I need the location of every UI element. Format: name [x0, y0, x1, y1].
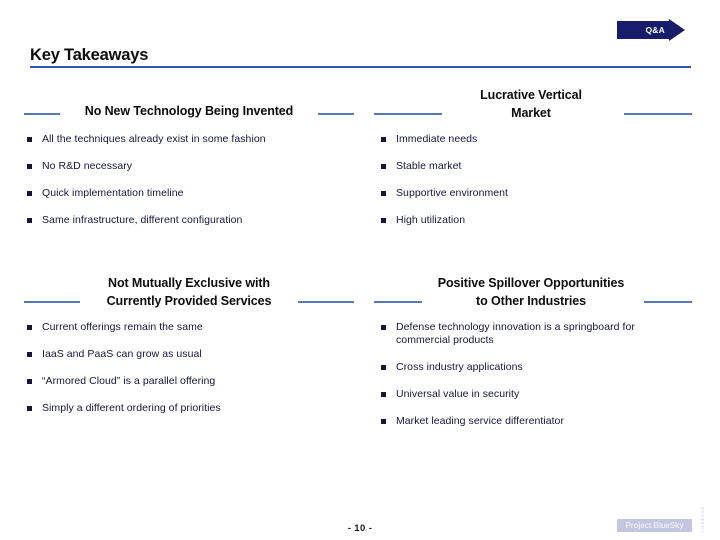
- list-item-label: No R&D necessary: [42, 160, 133, 172]
- list-item: Simply a different ordering of prioritie…: [24, 402, 324, 415]
- bullet-square-icon: [27, 218, 32, 223]
- bullet-square-icon: [27, 191, 32, 196]
- brand-logo-label: Project BlueSky: [625, 521, 684, 530]
- section-not-mutually-exclusive: Not Mutually Exclusive with Currently Pr…: [24, 274, 354, 429]
- list-item-label: Defense technology innovation is a sprin…: [396, 321, 635, 346]
- list-item-label: Supportive environment: [396, 187, 508, 199]
- section-heading: Positive Spillover Opportunities to Othe…: [366, 274, 696, 309]
- heading-rule-right: [644, 301, 692, 303]
- list-item: Stable market: [378, 160, 668, 173]
- side-watermark: Confidential: [700, 506, 705, 533]
- list-item-label: Market leading service differentiator: [396, 415, 564, 427]
- brand-logo: Project BlueSky: [617, 519, 692, 532]
- section-heading-line: to Other Industries: [473, 293, 589, 309]
- qa-tab-arrow-icon: [669, 19, 685, 41]
- bullet-square-icon: [27, 406, 32, 411]
- list-item: Market leading service differentiator: [378, 415, 668, 428]
- list-item: Current offerings remain the same: [24, 321, 324, 334]
- page-title: Key Takeaways: [30, 46, 149, 64]
- list-item-label: Quick implementation timeline: [42, 187, 184, 199]
- section-heading: Not Mutually Exclusive with Currently Pr…: [24, 274, 354, 309]
- section-heading: Lucrative Vertical Market: [366, 86, 696, 121]
- section-heading-line: Positive Spillover Opportunities: [434, 275, 628, 291]
- list-item-label: Universal value in security: [396, 388, 520, 400]
- section-no-new-technology: No New Technology Being Invented All the…: [24, 102, 354, 241]
- bullet-square-icon: [381, 392, 386, 397]
- section-heading: No New Technology Being Invented: [24, 102, 354, 120]
- heading-rule-left: [24, 301, 80, 303]
- bullet-square-icon: [381, 419, 386, 424]
- section-lucrative-vertical-market: Lucrative Vertical Market Immediate need…: [366, 86, 696, 241]
- bullet-square-icon: [381, 137, 386, 142]
- bullet-list: Immediate needs Stable market Supportive…: [366, 133, 668, 227]
- bullet-square-icon: [27, 325, 32, 330]
- bullet-square-icon: [27, 164, 32, 169]
- bullet-square-icon: [381, 325, 386, 330]
- list-item: No R&D necessary: [24, 160, 314, 173]
- list-item-label: All the techniques already exist in some…: [42, 133, 266, 145]
- bullet-square-icon: [381, 191, 386, 196]
- bullet-square-icon: [381, 164, 386, 169]
- section-heading-line: Market: [508, 105, 554, 121]
- list-item-label: Stable market: [396, 160, 462, 172]
- heading-rule-right: [298, 301, 354, 303]
- list-item-label: “Armored Cloud” is a parallel offering: [42, 375, 216, 387]
- bullet-list: All the techniques already exist in some…: [24, 133, 314, 227]
- bullet-square-icon: [381, 218, 386, 223]
- list-item: Supportive environment: [378, 187, 668, 200]
- bullet-list: Defense technology innovation is a sprin…: [366, 321, 668, 428]
- list-item: Immediate needs: [378, 133, 668, 146]
- bullet-square-icon: [27, 352, 32, 357]
- section-positive-spillover: Positive Spillover Opportunities to Othe…: [366, 274, 696, 442]
- list-item-label: Immediate needs: [396, 133, 478, 145]
- section-heading-line: Not Mutually Exclusive with: [105, 275, 273, 291]
- list-item: All the techniques already exist in some…: [24, 133, 314, 146]
- heading-rule-left: [374, 301, 422, 303]
- bullet-square-icon: [27, 379, 32, 384]
- list-item-label: Same infrastructure, different configura…: [42, 214, 243, 226]
- section-heading-line: No New Technology Being Invented: [81, 103, 297, 119]
- bullet-list: Current offerings remain the same IaaS a…: [24, 321, 324, 415]
- list-item-label: Simply a different ordering of prioritie…: [42, 402, 221, 414]
- section-heading-line: Lucrative Vertical: [477, 87, 585, 103]
- list-item-label: IaaS and PaaS can grow as usual: [42, 348, 202, 360]
- list-item: Same infrastructure, different configura…: [24, 214, 314, 227]
- list-item: Cross industry applications: [378, 361, 668, 374]
- qa-tab[interactable]: Q&A: [617, 19, 685, 41]
- bullet-square-icon: [381, 365, 386, 370]
- list-item: Universal value in security: [378, 388, 668, 401]
- list-item-label: Cross industry applications: [396, 361, 523, 373]
- list-item-label: High utilization: [396, 214, 466, 226]
- section-heading-line: Currently Provided Services: [103, 293, 275, 309]
- bullet-square-icon: [27, 137, 32, 142]
- list-item: High utilization: [378, 214, 668, 227]
- page-number: - 10 -: [347, 523, 373, 534]
- list-item: IaaS and PaaS can grow as usual: [24, 348, 324, 361]
- qa-tab-label: Q&A: [645, 25, 665, 35]
- list-item: Defense technology innovation is a sprin…: [378, 321, 668, 347]
- title-divider: [30, 66, 691, 68]
- list-item-label: Current offerings remain the same: [42, 321, 203, 333]
- heading-rule-right: [624, 113, 692, 115]
- list-item: Quick implementation timeline: [24, 187, 314, 200]
- heading-rule-right: [318, 113, 354, 115]
- heading-rule-left: [24, 113, 60, 115]
- list-item: “Armored Cloud” is a parallel offering: [24, 375, 324, 388]
- heading-rule-left: [374, 113, 442, 115]
